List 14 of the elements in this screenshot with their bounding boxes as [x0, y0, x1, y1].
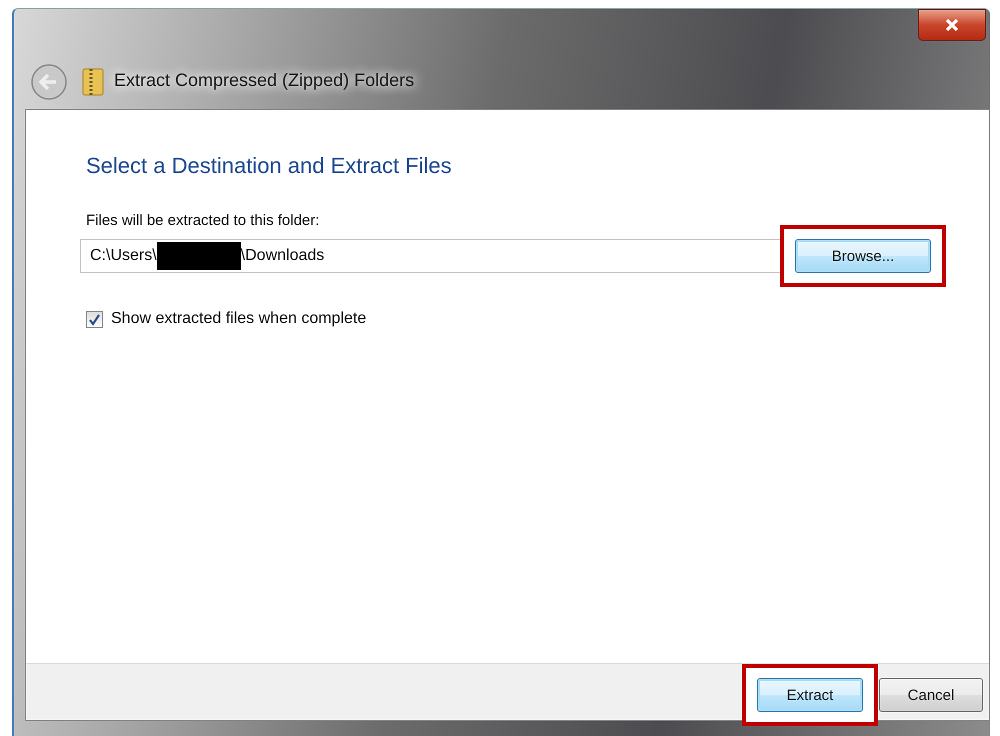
- checkbox[interactable]: [86, 310, 103, 328]
- browse-button[interactable]: Browse...: [795, 239, 931, 273]
- back-icon[interactable]: [30, 63, 68, 101]
- cancel-button[interactable]: Cancel: [879, 678, 983, 712]
- window-title: Extract Compressed (Zipped) Folders: [114, 70, 414, 91]
- dialog-heading: Select a Destination and Extract Files: [86, 153, 453, 179]
- checkbox-label: Show extracted files when complete: [111, 310, 366, 328]
- zipped-folder-icon: [82, 68, 104, 96]
- path-text: C:\Users\: [90, 247, 157, 265]
- destination-label: Files will be extracted to this folder:: [86, 212, 320, 229]
- close-button[interactable]: [918, 9, 986, 41]
- close-icon: [944, 18, 960, 32]
- extract-button[interactable]: Extract: [757, 678, 863, 712]
- checkmark-icon: [87, 312, 102, 326]
